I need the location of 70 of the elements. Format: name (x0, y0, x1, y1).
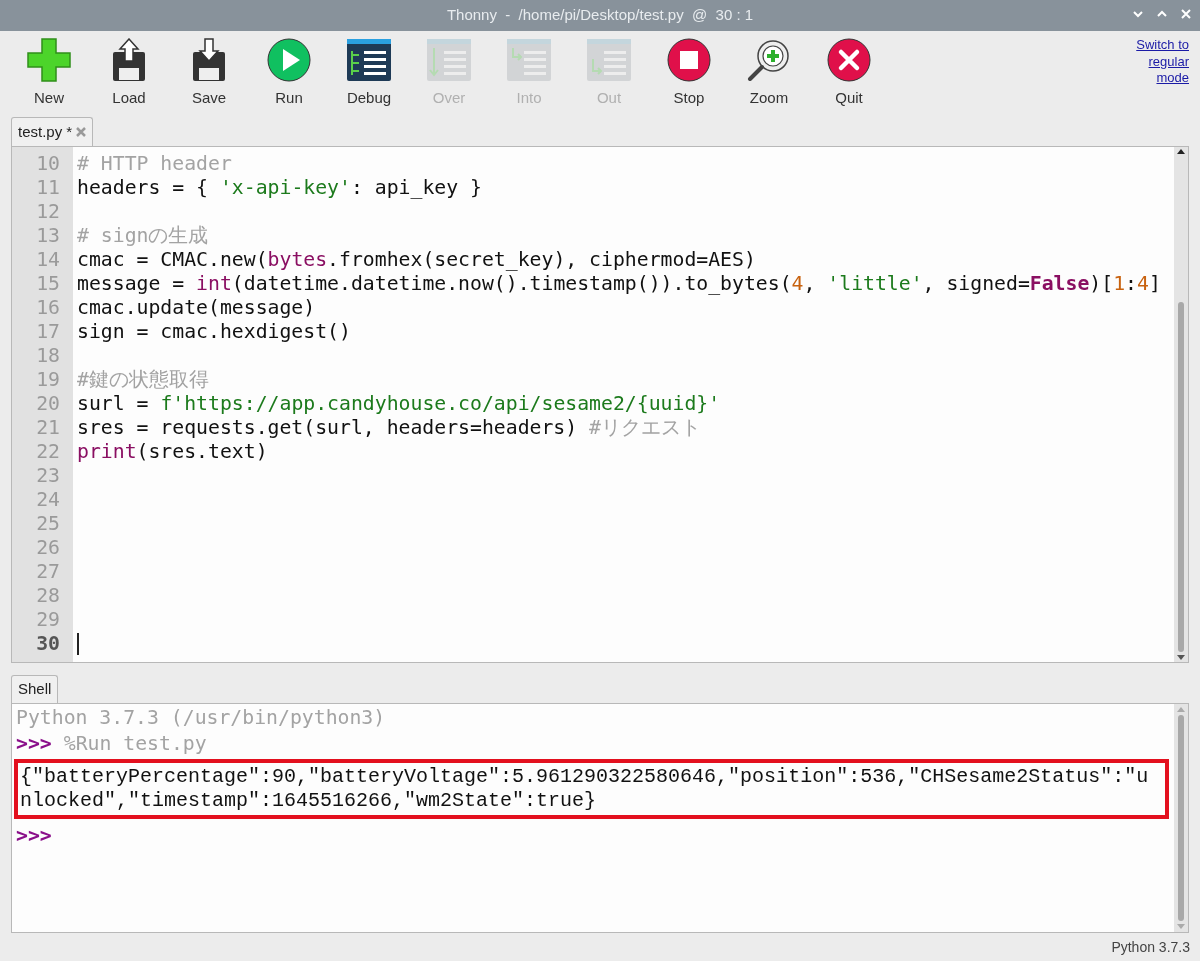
close-icon[interactable] (1180, 8, 1192, 20)
step-into-icon (507, 39, 551, 81)
python-version-text: Python 3.7.3 (/usr/bin/python3) (16, 705, 386, 731)
floppy-download-icon (191, 38, 227, 82)
tab[interactable]: Shell (11, 675, 59, 703)
minimize-icon[interactable] (1132, 8, 1144, 20)
stop-icon (667, 38, 711, 82)
shell-prompt: >>> (16, 823, 52, 849)
code-line: print(sres.text) (77, 440, 268, 464)
line-number: 12 (36, 200, 60, 224)
line-number: 18 (36, 344, 60, 368)
line-number: 27 (36, 560, 60, 584)
shell-output-line: {"batteryPercentage":90,"batteryVoltage":5.961290322580646,"position":536,"CHSesame2Status":"u (20, 765, 1150, 789)
shell-output-line: nlocked","timestamp":1645516266,"wm2State":true} (20, 789, 598, 813)
line-number: 28 (36, 584, 60, 608)
line-number: 20 (36, 392, 60, 416)
line-number: 19 (36, 368, 60, 392)
code-line: surl = f'https://app.candyhouse.co/api/sesame2/{uuid}' (77, 392, 721, 416)
code-line: headers = { 'x-api-key': api_key } (77, 176, 482, 200)
shell-panel[interactable]: Python 3.7.3 (/usr/bin/python3) >>> %Run test.py {"batteryPercentage":90,"batteryVoltage":5.961290322580646,"position":536,"CHSesame2Status":"u nlocked","timestamp":1645516266,"wm2State":true} >>> (11, 703, 1189, 933)
toolbar-button[interactable]: Load (89, 35, 169, 107)
step-over-icon (427, 39, 471, 81)
zoom-icon (747, 38, 791, 82)
window-title: Thonny - /home/pi/Desktop/test.py @ 30 : 1 (446, 5, 754, 26)
interpreter-status[interactable]: Python 3.7.3 (1111, 936, 1190, 958)
line-number: 14 (36, 248, 60, 272)
toolbar-button[interactable]: Run (249, 35, 329, 107)
code-line: cmac.update(message) (77, 296, 316, 320)
line-number: 26 (36, 536, 60, 560)
debug-list-icon (347, 39, 391, 81)
shell-prompt: >>> (16, 731, 52, 757)
toolbar-button[interactable]: Quit (809, 35, 889, 107)
play-icon (267, 38, 311, 82)
code-line: #鍵の状態取得 (77, 368, 209, 392)
line-number: 11 (36, 176, 60, 200)
code-line: cmac = CMAC.new(bytes.fromhex(secret_key), ciphermod=AES) (77, 248, 756, 272)
close-circle-icon (827, 38, 871, 82)
step-out-icon (587, 39, 631, 81)
text-cursor (77, 633, 79, 655)
line-number: 29 (36, 608, 60, 632)
toolbar-button[interactable]: Zoom (729, 35, 809, 107)
line-number: 10 (36, 152, 60, 176)
close-tab-icon[interactable] (76, 127, 87, 137)
code-line: # HTTP header (77, 152, 232, 176)
line-number: 24 (36, 488, 60, 512)
line-number: 13 (36, 224, 60, 248)
line-number: 23 (36, 464, 60, 488)
line-number: 25 (36, 512, 60, 536)
floppy-upload-icon (111, 38, 147, 82)
code-line: sign = cmac.hexdigest() (77, 320, 351, 344)
toolbar-button[interactable]: Debug (329, 35, 409, 107)
switch-mode-link[interactable]: Switch to regular mode (1119, 37, 1189, 87)
toolbar-button[interactable]: Stop (649, 35, 729, 107)
line-number: 22 (36, 440, 60, 464)
code-line: message = int(datetime.datetime.now().timestamp()).to_bytes(4, 'little', signed=False)[1:4] (77, 272, 1161, 296)
code-editor[interactable] (11, 146, 1189, 663)
code-line: # signの生成 (77, 224, 209, 248)
line-number: 15 (36, 272, 60, 296)
shell-command: %Run test.py (63, 731, 207, 757)
line-number: 16 (36, 296, 60, 320)
line-number: 21 (36, 416, 60, 440)
scrollbar[interactable] (1174, 147, 1188, 662)
editor-tab[interactable]: test.py * (11, 117, 94, 146)
toolbar-button[interactable]: New (9, 35, 89, 107)
toolbar-button[interactable]: Save (169, 35, 249, 107)
plus-icon (27, 38, 71, 82)
scrollbar[interactable] (1174, 704, 1188, 932)
code-line: sres = requests.get(surl, headers=headers) #リクエスト (77, 416, 702, 440)
line-number: 30 (36, 632, 60, 656)
line-number: 17 (36, 320, 60, 344)
